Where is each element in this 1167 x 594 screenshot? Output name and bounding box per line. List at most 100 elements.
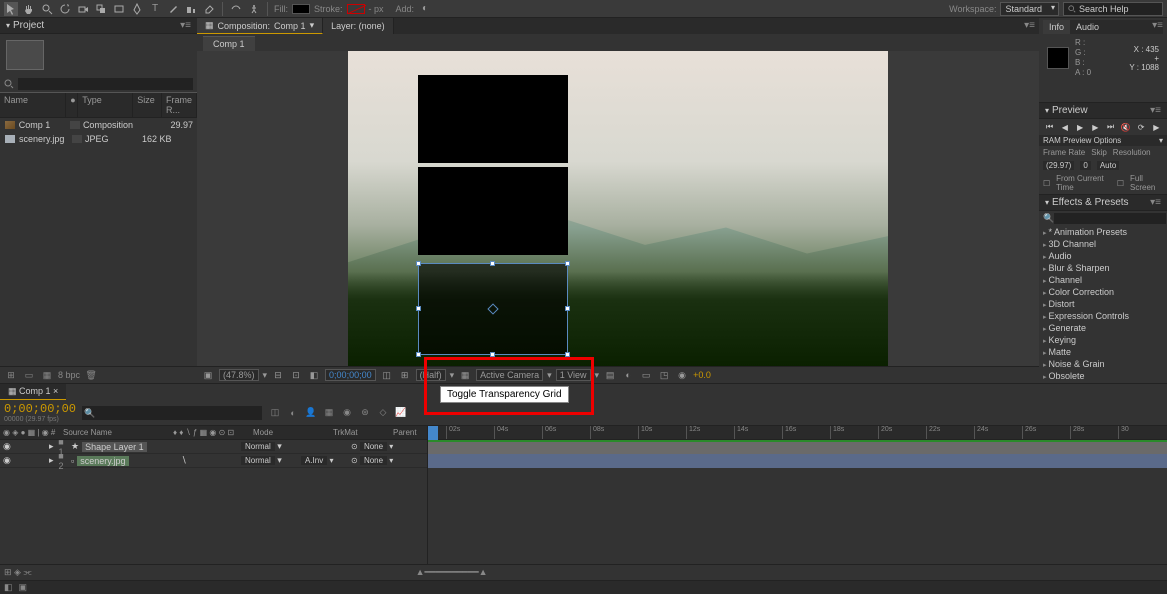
ram-preview-options[interactable]: RAM Preview Options bbox=[1043, 136, 1121, 145]
rotation-tool[interactable] bbox=[58, 2, 72, 16]
visibility-icon[interactable]: ◉ bbox=[0, 441, 12, 452]
draft-3d-icon[interactable]: ◐ bbox=[286, 407, 300, 419]
resolution-value[interactable]: Auto bbox=[1097, 161, 1119, 170]
toggle-switches-icon[interactable]: ⊞ ◈ ⫘ bbox=[4, 567, 32, 578]
col-source[interactable]: Source Name bbox=[60, 426, 170, 439]
timeline-tab[interactable]: ▦ Comp 1 × bbox=[0, 384, 66, 400]
fill-swatch[interactable] bbox=[292, 4, 310, 14]
comp-settings-icon[interactable]: ▦ bbox=[40, 369, 54, 381]
effects-category[interactable]: 3D Channel bbox=[1039, 238, 1167, 250]
effects-category[interactable]: Channel bbox=[1039, 274, 1167, 286]
effects-category[interactable]: Perspective bbox=[1039, 382, 1167, 383]
label-swatch[interactable] bbox=[70, 121, 80, 129]
roi-icon[interactable]: ◫ bbox=[380, 369, 394, 381]
col-trkmat[interactable]: TrkMat bbox=[330, 426, 390, 439]
timeline-search[interactable] bbox=[82, 406, 262, 420]
parent-dropdown[interactable]: None bbox=[360, 442, 387, 451]
col-mode[interactable]: Mode bbox=[250, 426, 330, 439]
blend-mode[interactable]: Normal bbox=[241, 442, 275, 451]
full-screen-checkbox[interactable]: Full Screen bbox=[1130, 174, 1163, 192]
prev-frame-icon[interactable]: ◀ bbox=[1059, 122, 1071, 132]
loop-icon[interactable]: ⟳ bbox=[1135, 122, 1147, 132]
pan-behind-tool[interactable] bbox=[94, 2, 108, 16]
add-shape-icon[interactable]: ◐ bbox=[418, 2, 432, 16]
selection-tool[interactable] bbox=[4, 2, 18, 16]
zoom-tool[interactable] bbox=[40, 2, 54, 16]
exposure-value[interactable]: +0.0 bbox=[693, 370, 711, 380]
col-framerate[interactable]: Frame R... bbox=[162, 93, 197, 117]
col-parent[interactable]: Parent bbox=[390, 426, 427, 439]
next-frame-icon[interactable]: ▶ bbox=[1089, 122, 1101, 132]
stroke-width[interactable]: - px bbox=[369, 4, 384, 14]
layer-tab[interactable]: Layer: (none) bbox=[323, 18, 394, 34]
mute-icon[interactable]: 🔇 bbox=[1120, 122, 1132, 132]
motion-blur-icon[interactable]: ◉ bbox=[340, 407, 354, 419]
type-tool[interactable]: T bbox=[148, 2, 162, 16]
shape-rect-1[interactable] bbox=[418, 75, 568, 163]
camera-tool[interactable] bbox=[76, 2, 90, 16]
rectangle-tool[interactable] bbox=[112, 2, 126, 16]
project-item[interactable]: scenery.jpg JPEG 162 KB bbox=[0, 132, 197, 146]
last-frame-icon[interactable]: ⏭ bbox=[1105, 122, 1117, 132]
effects-category[interactable]: Obsolete bbox=[1039, 370, 1167, 382]
from-current-checkbox[interactable]: From Current Time bbox=[1056, 174, 1111, 192]
effects-category[interactable]: Color Correction bbox=[1039, 286, 1167, 298]
clone-tool[interactable] bbox=[184, 2, 198, 16]
effects-category[interactable]: Matte bbox=[1039, 346, 1167, 358]
time-ruler[interactable]: 02s04s06s08s10s12s14s16s18s20s22s24s26s2… bbox=[428, 426, 1167, 440]
resize-handle[interactable] bbox=[565, 306, 570, 311]
effects-category[interactable]: Generate bbox=[1039, 322, 1167, 334]
col-name[interactable]: Name bbox=[0, 93, 66, 117]
time-display[interactable]: 0;00;00;00 bbox=[325, 369, 376, 381]
composition-canvas[interactable] bbox=[348, 51, 888, 366]
effects-category[interactable]: * Animation Presets bbox=[1039, 226, 1167, 238]
col-label[interactable]: ● bbox=[66, 93, 78, 117]
pen-tool[interactable] bbox=[130, 2, 144, 16]
shape-rect-3-selected[interactable] bbox=[418, 263, 568, 355]
track-scenery[interactable] bbox=[428, 454, 1167, 468]
blend-mode[interactable]: Normal bbox=[241, 456, 275, 465]
skip-value[interactable]: 0 bbox=[1080, 161, 1090, 170]
status-icon[interactable]: ◧ bbox=[4, 582, 13, 593]
effects-category[interactable]: Distort bbox=[1039, 298, 1167, 310]
graph-editor-icon[interactable]: 📈 bbox=[394, 407, 408, 419]
col-size[interactable]: Size bbox=[133, 93, 162, 117]
pixel-aspect-icon[interactable]: ▤ bbox=[603, 369, 617, 381]
project-search-input[interactable] bbox=[18, 78, 193, 90]
hand-tool[interactable] bbox=[22, 2, 36, 16]
ram-preview-icon[interactable]: ▶ bbox=[1150, 122, 1162, 132]
interpret-icon[interactable]: ⊞ bbox=[4, 369, 18, 381]
playhead[interactable] bbox=[428, 426, 438, 440]
panel-menu-icon[interactable]: ▾≡ bbox=[1150, 105, 1161, 116]
frame-blend-icon[interactable]: ▦ bbox=[322, 407, 336, 419]
show-snapshot-icon[interactable]: ⊡ bbox=[289, 369, 303, 381]
anchor-point[interactable] bbox=[487, 303, 498, 314]
composition-tab[interactable]: ▦ Composition: Comp 1 ▾ bbox=[197, 18, 323, 34]
timeline-tracks[interactable]: 02s04s06s08s10s12s14s16s18s20s22s24s26s2… bbox=[428, 426, 1167, 564]
trash-icon[interactable]: 🗑 bbox=[84, 369, 98, 381]
timeline-icon[interactable]: ▭ bbox=[639, 369, 653, 381]
fast-preview-icon[interactable]: ◐ bbox=[621, 369, 635, 381]
channel-icon[interactable]: ◧ bbox=[307, 369, 321, 381]
folder-icon[interactable]: ▭ bbox=[22, 369, 36, 381]
effects-category[interactable]: Noise & Grain bbox=[1039, 358, 1167, 370]
layer-row[interactable]: ◉ ▸ ■ 2 ▫scenery.jpg ∖ Normal ▾ A.Inv ▾ … bbox=[0, 454, 427, 468]
bpc-label[interactable]: 8 bpc bbox=[58, 369, 80, 381]
track-shape-layer[interactable] bbox=[428, 440, 1167, 454]
reset-exposure-icon[interactable]: ◉ bbox=[675, 369, 689, 381]
resize-handle[interactable] bbox=[565, 352, 570, 357]
grid-icon[interactable]: ⊞ bbox=[398, 369, 412, 381]
resize-handle[interactable] bbox=[490, 352, 495, 357]
puppet-tool[interactable] bbox=[247, 2, 261, 16]
workspace-dropdown[interactable]: Standard bbox=[1000, 2, 1059, 16]
flowchart-icon[interactable]: ◳ bbox=[657, 369, 671, 381]
panel-menu-icon[interactable]: ▾≡ bbox=[180, 20, 191, 31]
status-icon[interactable]: ▣ bbox=[19, 582, 28, 593]
stroke-swatch[interactable] bbox=[347, 4, 365, 14]
effects-category[interactable]: Keying bbox=[1039, 334, 1167, 346]
play-icon[interactable]: ▶ bbox=[1074, 122, 1086, 132]
panel-menu-icon[interactable]: ▾≡ bbox=[1020, 18, 1039, 34]
auto-keyframe-icon[interactable]: ◇ bbox=[376, 407, 390, 419]
track-matte[interactable]: A.Inv bbox=[301, 456, 327, 465]
eraser-tool[interactable] bbox=[202, 2, 216, 16]
